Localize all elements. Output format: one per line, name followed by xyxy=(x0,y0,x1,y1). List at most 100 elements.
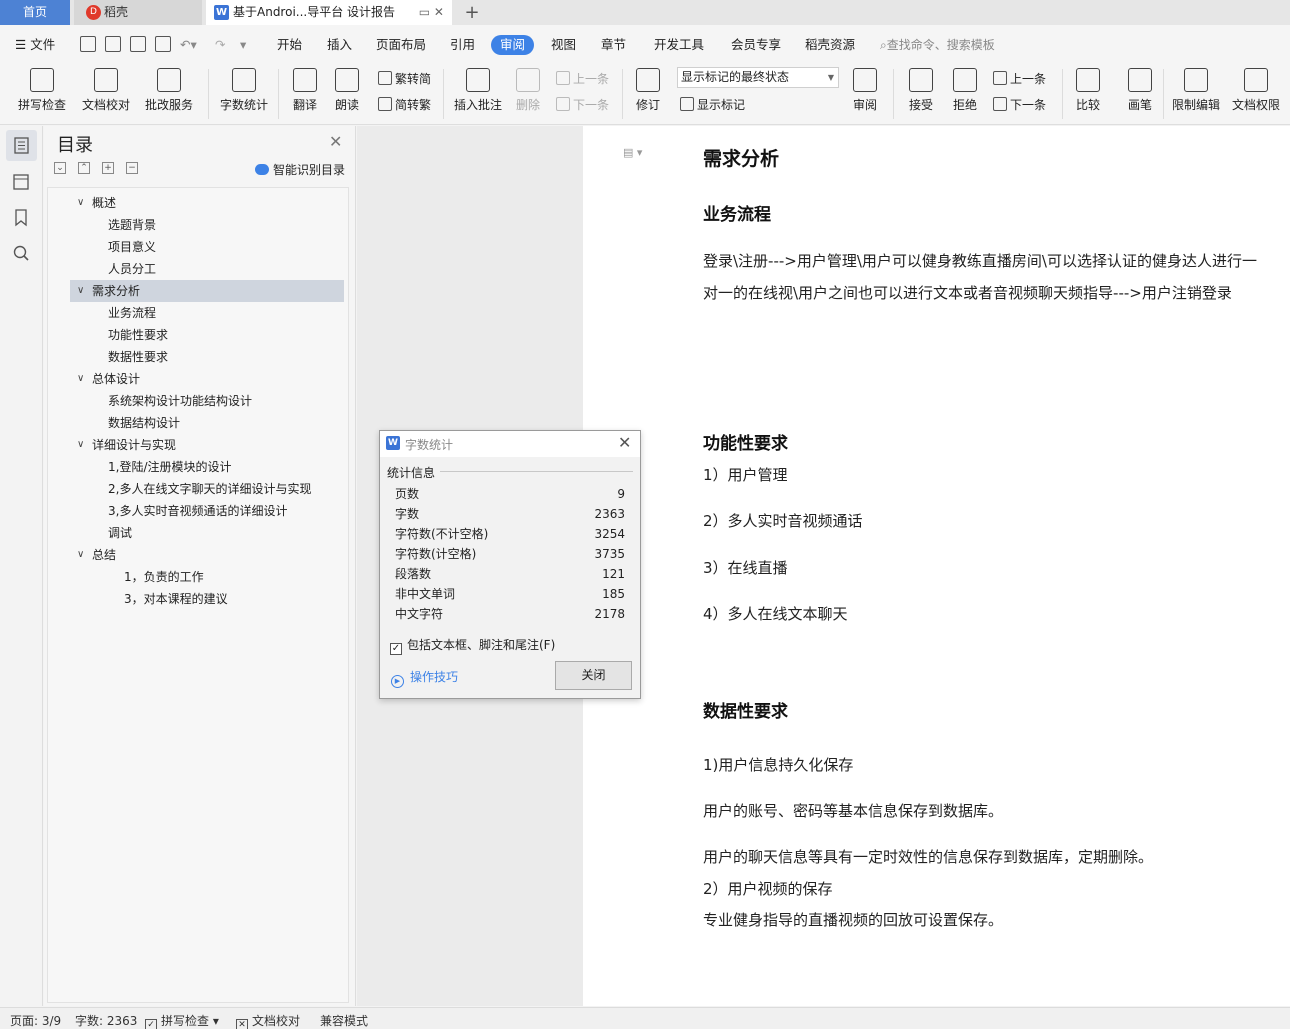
translate-icon xyxy=(293,68,317,92)
tab-daoke[interactable]: D 稻壳 xyxy=(74,0,202,25)
word-count-button[interactable]: 字数统计 xyxy=(218,68,270,113)
revise-button[interactable]: 修订 xyxy=(630,68,666,113)
toc-heading[interactable]: ∨ 需求分析 xyxy=(70,280,344,302)
show-markup-button[interactable]: 显示标记 xyxy=(680,96,745,113)
toc-subheading[interactable]: 数据结构设计 xyxy=(70,412,344,434)
next-change-button[interactable]: 下一条 xyxy=(993,96,1046,113)
translate-button[interactable]: 翻译 xyxy=(287,68,323,113)
toc-subheading[interactable]: 1,登陆/注册模块的设计 xyxy=(70,456,344,478)
toc-subheading[interactable]: 人员分工 xyxy=(70,258,344,280)
remove-heading-icon[interactable]: − xyxy=(126,162,138,174)
new-tab-button[interactable]: + xyxy=(462,0,482,25)
toc-heading[interactable]: ∨ 总体设计 xyxy=(70,368,344,390)
toc-subheading[interactable]: 业务流程 xyxy=(70,302,344,324)
smart-toc-button[interactable]: 智能识别目录 xyxy=(255,161,345,178)
toc-subheading[interactable]: 选题背景 xyxy=(70,214,344,236)
delete-comment-button[interactable]: 删除 xyxy=(510,68,546,113)
undo-icon[interactable]: ↶▾ xyxy=(180,36,197,54)
doc-paragraph: 登录\注册--->用户管理\用户可以健身教练直播房间\可以选择认证的健身达人进行… xyxy=(703,252,1257,302)
toc-subheading[interactable]: 功能性要求 xyxy=(70,324,344,346)
close-icon[interactable]: ✕ xyxy=(329,132,342,151)
page-indicator[interactable]: 页面: 3/9 xyxy=(10,1012,61,1029)
accept-button[interactable]: 接受 xyxy=(903,68,939,113)
prev-change-button[interactable]: 上一条 xyxy=(993,70,1046,87)
markup-state-select[interactable]: 显示标记的最终状态 ▼ xyxy=(677,67,839,88)
insert-comment-button[interactable]: 插入批注 xyxy=(452,68,504,113)
revise-service-button[interactable]: 批改服务 xyxy=(140,68,198,113)
chevron-down-icon[interactable]: ∨ xyxy=(77,280,84,302)
page-marker-icon[interactable]: ▤ ▾ xyxy=(623,146,642,159)
wps-writer-icon: W xyxy=(214,5,229,20)
review-pane-button[interactable]: 审阅 xyxy=(847,68,883,113)
close-button[interactable]: 关闭 xyxy=(555,661,632,690)
toc-subheading[interactable]: 3，对本课程的建议 xyxy=(70,588,344,610)
pen-button[interactable]: 画笔 xyxy=(1124,68,1156,113)
tab-home[interactable]: 首页 xyxy=(0,0,70,25)
ribbon-divider xyxy=(893,69,894,119)
tab-close-icon[interactable]: ▭ ✕ xyxy=(419,0,444,25)
document-page[interactable]: ▤ ▾ 需求分析 业务流程 登录\注册--->用户管理\用户可以健身教练直播房间… xyxy=(583,126,1290,1006)
toc-icon[interactable] xyxy=(6,130,37,161)
spell-check-button[interactable]: 拼写检查 xyxy=(12,68,72,113)
menu-page-layout[interactable]: 页面布局 xyxy=(376,36,426,54)
menu-daoke-resources[interactable]: 稻壳资源 xyxy=(805,36,855,54)
print-icon[interactable] xyxy=(130,36,146,52)
bookmark-icon[interactable] xyxy=(10,206,32,228)
command-search[interactable]: ⌕查找命令、搜索模板 xyxy=(880,36,995,53)
toc-subheading[interactable]: 1，负责的工作 xyxy=(70,566,344,588)
status-doc-proof[interactable]: ✕ 文档校对 xyxy=(236,1012,300,1029)
chevron-down-icon[interactable]: ∨ xyxy=(77,434,84,456)
toc-heading[interactable]: ∨ 概述 xyxy=(70,192,344,214)
close-icon[interactable]: ✕ xyxy=(618,433,631,452)
toc-subheading[interactable]: 2,多人在线文字聊天的详细设计与实现 xyxy=(70,478,344,500)
reject-button[interactable]: 拒绝 xyxy=(947,68,983,113)
status-spell-check[interactable]: ✓ 拼写检查 ▾ xyxy=(145,1012,219,1029)
toc-subheading[interactable]: 系统架构设计功能结构设计 xyxy=(70,390,344,412)
word-count-indicator[interactable]: 字数: 2363 xyxy=(75,1012,137,1029)
compare-button[interactable]: 比较 xyxy=(1070,68,1106,113)
toc-subheading[interactable]: 调试 xyxy=(70,522,344,544)
toc-subheading[interactable]: 项目意义 xyxy=(70,236,344,258)
file-menu[interactable]: ☰ 文件 xyxy=(15,36,55,54)
tab-document[interactable]: W 基于Androi...导平台 设计报告 ▭ ✕ xyxy=(206,0,452,25)
menu-view[interactable]: 视图 xyxy=(551,36,576,54)
next-comment-button[interactable]: 下一条 xyxy=(556,96,609,113)
toc-subheading[interactable]: 3,多人实时音视频通话的详细设计 xyxy=(70,500,344,522)
restrict-edit-button[interactable]: 限制编辑 xyxy=(1170,68,1222,113)
prev-comment-button[interactable]: 上一条 xyxy=(556,70,609,87)
chevron-down-icon[interactable]: ∨ xyxy=(77,544,84,566)
toc-subheading[interactable]: 数据性要求 xyxy=(70,346,344,368)
menu-review[interactable]: 审阅 xyxy=(491,35,535,55)
toc-heading[interactable]: ∨ 详细设计与实现 xyxy=(70,434,344,456)
chapter-nav-icon[interactable] xyxy=(10,170,32,192)
collapse-all-icon[interactable]: ⌄ xyxy=(54,162,66,174)
more-dropdown-icon[interactable]: ▾ xyxy=(240,36,246,54)
doc-heading-1: 需求分析 xyxy=(703,148,780,170)
simp-to-trad-button[interactable]: 简转繁 xyxy=(378,96,431,113)
search-icon[interactable] xyxy=(10,242,32,264)
menu-insert[interactable]: 插入 xyxy=(327,36,352,54)
menu-dev-tools[interactable]: 开发工具 xyxy=(654,36,704,54)
toc-heading[interactable]: ∨ 总结 xyxy=(70,544,344,566)
toc-item-label: 数据结构设计 xyxy=(108,416,181,430)
dialog-titlebar[interactable]: W 字数统计 ✕ xyxy=(380,431,640,457)
doc-permission-button[interactable]: 文档权限 xyxy=(1229,68,1283,113)
chevron-down-icon[interactable]: ∨ xyxy=(77,368,84,390)
insert-comment-label: 插入批注 xyxy=(453,98,502,112)
chevron-down-icon[interactable]: ∨ xyxy=(77,192,84,214)
menu-chapter[interactable]: 章节 xyxy=(601,36,626,54)
trad-to-simp-button[interactable]: 繁转简 xyxy=(378,70,431,87)
include-textbox-checkbox[interactable]: ✓ 包括文本框、脚注和尾注(F) xyxy=(390,636,555,655)
expand-all-icon[interactable]: ⌃ xyxy=(78,162,90,174)
export-pdf-icon[interactable] xyxy=(105,36,121,52)
menu-references[interactable]: 引用 xyxy=(450,36,475,54)
read-aloud-button[interactable]: 朗读 xyxy=(332,68,362,113)
doc-proof-button[interactable]: 文档校对 xyxy=(80,68,132,113)
add-heading-icon[interactable]: + xyxy=(102,162,114,174)
redo-icon[interactable]: ↷ xyxy=(215,36,225,54)
print-preview-icon[interactable] xyxy=(155,36,171,52)
menu-member[interactable]: 会员专享 xyxy=(731,36,781,54)
save-icon[interactable] xyxy=(80,36,96,52)
tips-link[interactable]: ▶ 操作技巧 xyxy=(391,668,458,688)
menu-start[interactable]: 开始 xyxy=(277,36,302,54)
